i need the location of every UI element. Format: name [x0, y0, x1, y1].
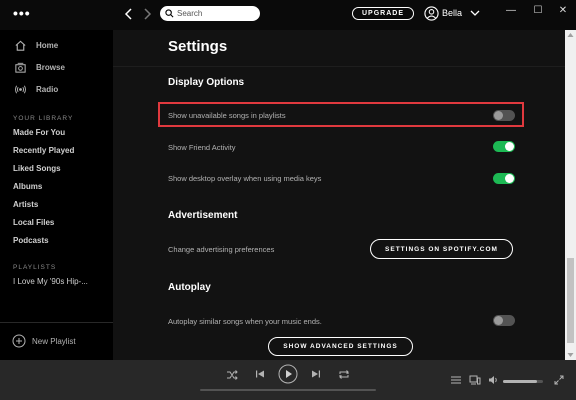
library-item-recently-played[interactable]: Recently Played	[13, 146, 74, 155]
scroll-up-arrow-icon[interactable]	[567, 32, 574, 38]
chevron-left-icon	[124, 8, 132, 20]
setting-label-autoplay: Autoplay similar songs when your music e…	[168, 317, 322, 326]
header-divider	[113, 66, 565, 67]
library-item-podcasts[interactable]: Podcasts	[13, 236, 49, 245]
volume-level	[503, 380, 537, 383]
setting-label-friend-activity: Show Friend Activity	[168, 143, 236, 152]
plus-circle-icon	[12, 334, 26, 348]
close-button[interactable]: ✕	[556, 4, 570, 16]
sidebar: Home Browse Radio YOUR LIBRARY Made For …	[0, 30, 113, 360]
search-box[interactable]	[160, 6, 260, 21]
volume-icon[interactable]	[488, 375, 499, 385]
show-advanced-settings-button[interactable]: SHOW ADVANCED SETTINGS	[268, 337, 413, 356]
shuffle-icon[interactable]	[226, 369, 238, 381]
scrollbar[interactable]	[565, 30, 576, 360]
section-display-options: Display Options	[168, 77, 245, 88]
section-advertisement: Advertisement	[168, 210, 238, 221]
username[interactable]: Bella	[442, 8, 462, 18]
sidebar-divider	[0, 322, 113, 323]
toggle-desktop-overlay[interactable]	[493, 173, 515, 184]
scroll-down-arrow-icon[interactable]	[567, 352, 574, 358]
home-icon	[13, 38, 27, 52]
sidebar-item-label: Radio	[36, 84, 59, 94]
search-icon	[165, 9, 174, 18]
previous-track-icon[interactable]	[255, 369, 265, 379]
setting-label-advertising: Change advertising preferences	[168, 245, 275, 254]
settings-on-spotify-button[interactable]: SETTINGS ON SPOTIFY.COM	[370, 239, 513, 259]
next-track-icon[interactable]	[311, 369, 321, 379]
toggle-knob	[494, 316, 503, 325]
playlists-heading: PLAYLISTS	[13, 264, 57, 271]
library-item-made-for-you[interactable]: Made For You	[13, 128, 65, 137]
new-playlist-button[interactable]: New Playlist	[12, 334, 76, 348]
user-avatar-icon[interactable]	[424, 6, 439, 21]
queue-icon[interactable]	[450, 375, 462, 385]
toggle-show-unavailable[interactable]	[493, 110, 515, 121]
library-item-artists[interactable]: Artists	[13, 200, 38, 209]
library-item-local-files[interactable]: Local Files	[13, 218, 54, 227]
setting-label-show-unavailable: Show unavailable songs in playlists	[168, 111, 286, 120]
toggle-knob	[505, 174, 514, 183]
chevron-down-icon[interactable]	[470, 9, 480, 17]
toggle-friend-activity[interactable]	[493, 141, 515, 152]
devices-icon[interactable]	[469, 375, 481, 385]
app-menu-button[interactable]: •••	[13, 5, 31, 21]
play-button[interactable]	[278, 364, 298, 384]
forward-button[interactable]	[140, 7, 154, 21]
library-heading: YOUR LIBRARY	[13, 115, 74, 122]
toggle-knob	[505, 142, 514, 151]
page-title: Settings	[168, 38, 228, 55]
browse-icon	[13, 60, 27, 74]
chevron-right-icon	[144, 8, 152, 20]
toggle-knob	[494, 111, 503, 120]
sidebar-item-label: Home	[36, 40, 59, 50]
upgrade-button[interactable]: UPGRADE	[352, 7, 414, 20]
scroll-thumb[interactable]	[567, 258, 574, 343]
sidebar-item-radio[interactable]: Radio	[13, 82, 58, 96]
back-button[interactable]	[122, 7, 136, 21]
fullscreen-icon[interactable]	[554, 375, 564, 385]
new-playlist-label: New Playlist	[32, 336, 76, 346]
setting-label-desktop-overlay: Show desktop overlay when using media ke…	[168, 174, 322, 183]
sidebar-item-home[interactable]: Home	[13, 38, 58, 52]
section-autoplay: Autoplay	[168, 282, 211, 293]
search-input[interactable]	[177, 9, 257, 18]
radio-icon	[13, 82, 27, 96]
sidebar-item-browse[interactable]: Browse	[13, 60, 65, 74]
playback-progress-bar[interactable]	[200, 389, 376, 391]
settings-page: Settings Display Options Show unavailabl…	[113, 30, 565, 360]
toggle-autoplay[interactable]	[493, 315, 515, 326]
playlist-item[interactable]: I Love My '90s Hip-...	[13, 277, 88, 286]
minimize-button[interactable]: —	[504, 4, 518, 16]
library-item-liked-songs[interactable]: Liked Songs	[13, 164, 61, 173]
volume-slider[interactable]	[503, 380, 543, 383]
sidebar-item-label: Browse	[36, 62, 65, 72]
repeat-icon[interactable]	[338, 369, 350, 380]
library-item-albums[interactable]: Albums	[13, 182, 42, 191]
maximize-button[interactable]: ☐	[531, 4, 545, 16]
title-bar: ••• UPGRADE Bella — ☐ ✕	[0, 0, 576, 30]
